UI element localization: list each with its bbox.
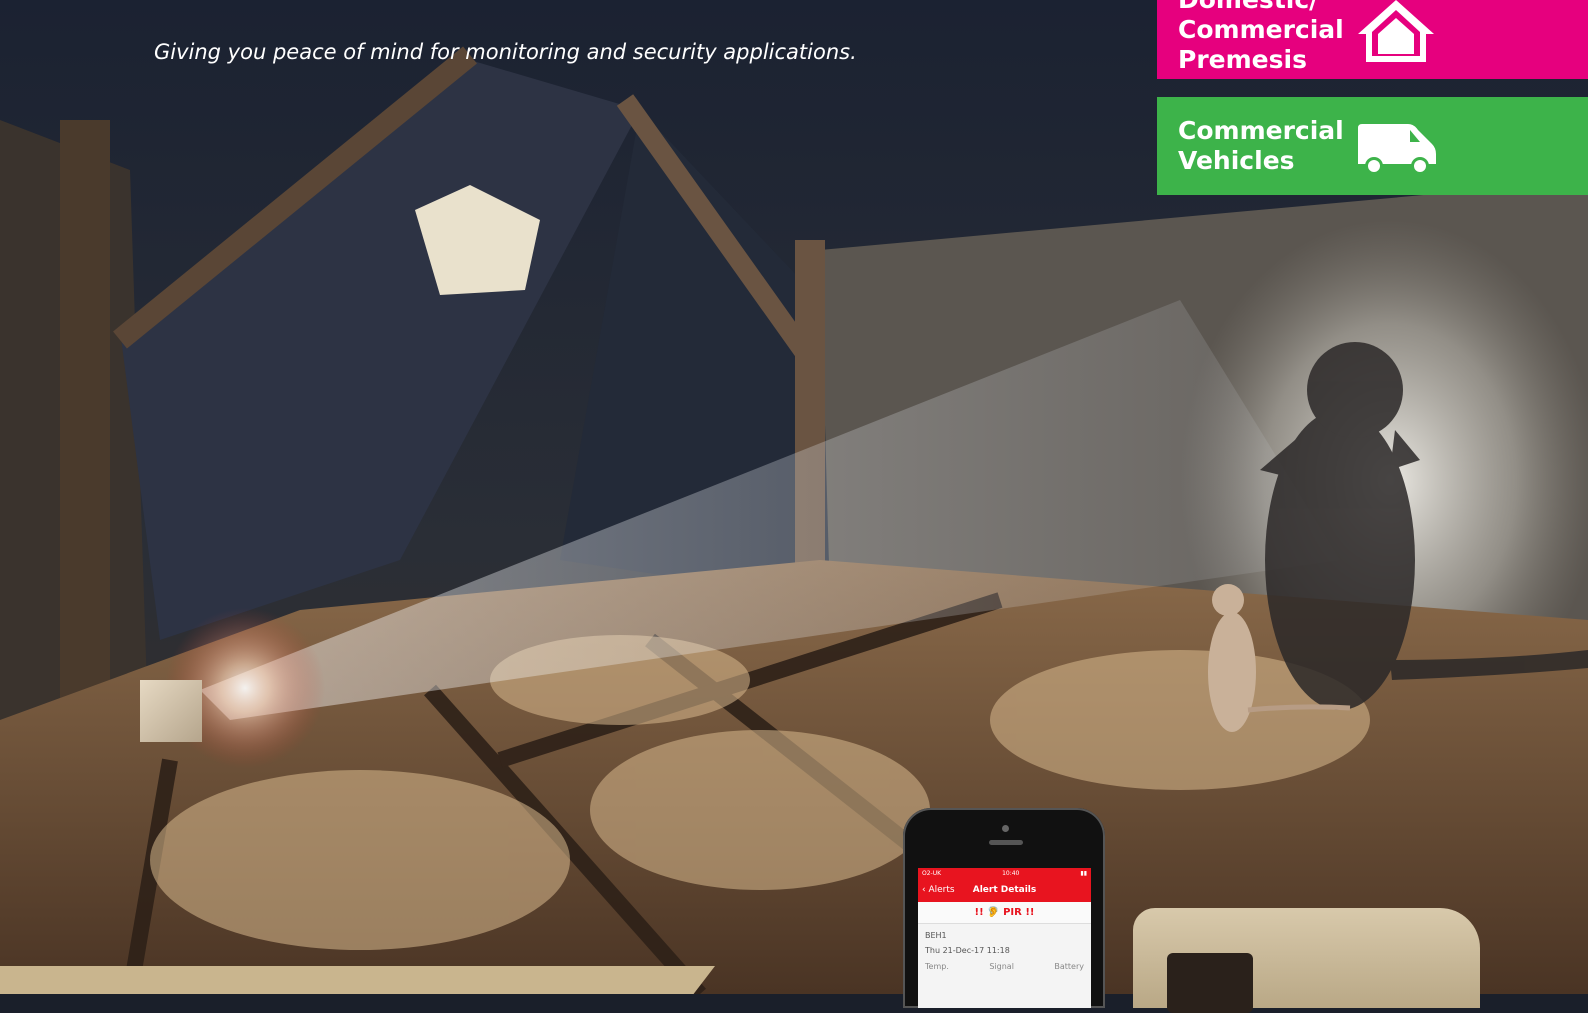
alert-details: BEH1 Thu 21-Dec-17 11:18	[918, 924, 1091, 962]
category-premises-label: Domestic/ Commercial Premesis	[1178, 0, 1344, 74]
smartphone: O2-UK 10:40 ▮▮ ‹ Alerts Alert Details !!…	[903, 808, 1105, 1008]
category-vehicles-label: Commercial Vehicles	[1178, 116, 1344, 175]
alert-timestamp: Thu 21-Dec-17 11:18	[925, 946, 1010, 955]
alert-metrics: Temp. Signal Battery	[925, 962, 1084, 971]
bottom-banner-strip	[0, 966, 715, 994]
pir-sensor-device	[140, 680, 202, 742]
category-vehicles-card[interactable]: Commercial Vehicles	[1157, 97, 1588, 195]
house-icon	[1358, 0, 1434, 62]
phone-nav-bar: ‹ Alerts Alert Details	[918, 878, 1091, 902]
back-button[interactable]: ‹ Alerts	[922, 885, 955, 895]
tagline: Giving you peace of mind for monitoring …	[154, 40, 857, 64]
phone-speaker	[989, 840, 1023, 845]
device-name: BEH1	[925, 931, 947, 940]
phone-camera	[1002, 825, 1009, 832]
alert-title: !! 🦻 PIR !!	[918, 902, 1091, 924]
phone-screen: O2-UK 10:40 ▮▮ ‹ Alerts Alert Details !!…	[918, 868, 1091, 1008]
phone-status-bar: O2-UK 10:40 ▮▮	[918, 868, 1091, 878]
gsm-alarm-unit	[1133, 908, 1480, 1013]
van-icon	[1358, 124, 1436, 175]
device-grille	[1167, 953, 1253, 1013]
category-premises-card[interactable]: Domestic/ Commercial Premesis	[1157, 0, 1588, 79]
